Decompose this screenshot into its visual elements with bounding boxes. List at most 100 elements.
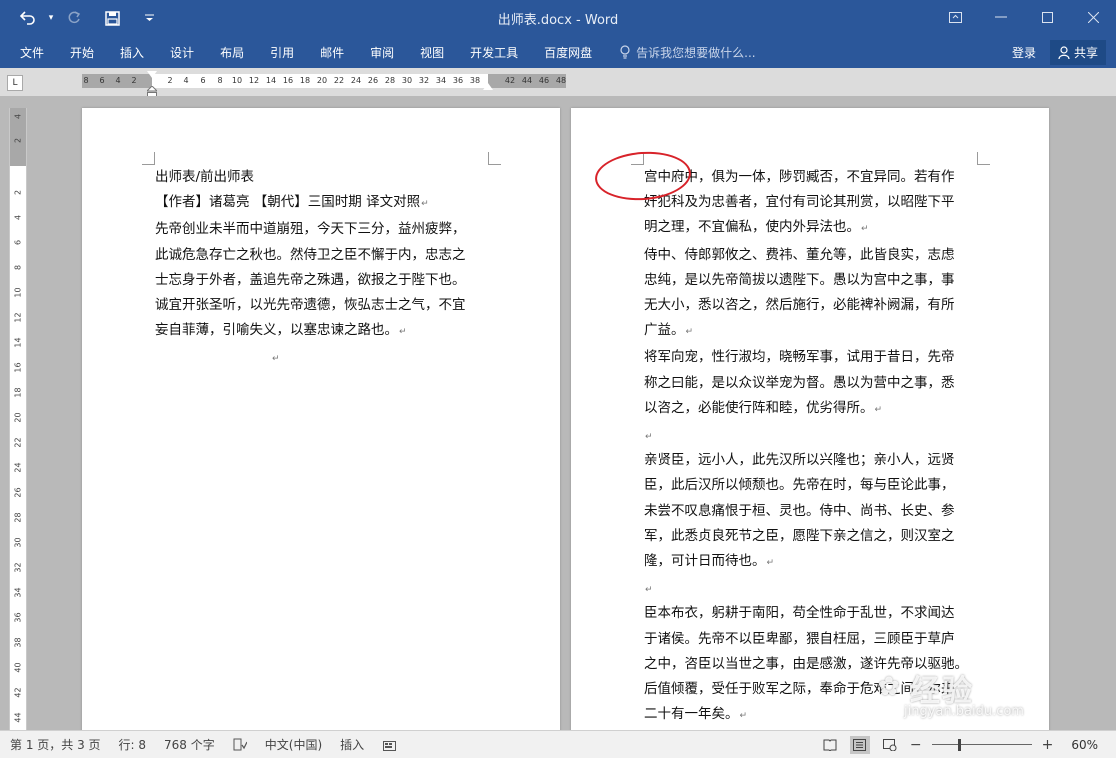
paragraph-line[interactable]: 广益。↵ [644,318,968,345]
paragraph-line[interactable]: 忠纯，是以先帝简拔以遗陛下。愚以为宫中之事，事 [644,268,968,293]
share-button[interactable]: 共享 [1049,39,1106,65]
tab-review[interactable]: 审阅 [357,44,407,61]
paragraph-line[interactable]: 【作者】诸葛亮 【朝代】三国时期 译文对照↵ [155,190,466,217]
paragraph-line[interactable]: 奸犯科及为忠善者，宜付有司论其刑赏，以昭陛下平 [644,190,968,215]
paragraph-line[interactable]: 将军向宠，性行淑均，晓畅军事，试用于昔日，先帝 [644,345,968,370]
ruler-number: 24 [350,76,362,85]
paragraph-line[interactable]: 称之曰能，是以众议举宠为督。愚以为营中之事，悉 [644,371,968,396]
paragraph-mark-icon: ↵ [861,224,869,235]
proofing-icon[interactable] [233,738,247,752]
line-text: 隆，可计日而待也。 [644,553,766,570]
page-count[interactable]: 第 1 页，共 3 页 [10,736,101,753]
tab-references[interactable]: 引用 [257,44,307,61]
tab-insert[interactable]: 插入 [107,44,157,61]
paragraph-mark-icon: ↵ [766,558,775,569]
line-text: 称之曰能，是以众议举宠为督。愚以为营中之事，悉 [644,374,955,391]
paragraph-line[interactable]: 侍中、侍郎郭攸之、费祎、董允等，此皆良实，志虑 [644,243,968,268]
paragraph-line[interactable]: ↵ [644,576,968,601]
paw-icon: ✿ [878,672,900,702]
vertical-ruler-number: 42 [13,687,23,698]
ruler-number: 12 [248,76,260,85]
paragraph-line[interactable]: ↵ [155,345,466,370]
word-count[interactable]: 768 个字 [164,736,215,753]
line-text: 于诸侯。先帝不以臣卑鄙，猥自枉屈，三顾臣于草庐 [644,630,955,647]
line-number[interactable]: 行: 8 [119,736,147,753]
restore-ribbon-icon[interactable] [932,0,978,34]
ruler-number: 8 [83,76,89,85]
paragraph-line[interactable]: 亲贤臣，远小人，此先汉所以兴隆也；亲小人，远贤 [644,448,968,473]
minimize-icon[interactable] [978,0,1024,34]
paragraph-line[interactable]: 未尝不叹息痛恨于桓、灵也。侍中、尚书、长史、参 [644,499,968,524]
ruler-number: 6 [99,76,105,85]
line-text: 亲贤臣，远小人，此先汉所以兴隆也；亲小人，远贤 [644,452,955,469]
zoom-out-button[interactable]: − [910,737,922,753]
tab-view[interactable]: 视图 [407,44,457,61]
tab-baidu-netdisk[interactable]: 百度网盘 [531,44,605,61]
print-layout-icon[interactable] [849,735,870,754]
vertical-ruler[interactable]: 4 2 2 4 6 8 10 12 14 16 18 20 22 24 26 28 30 32 34 36 38 40 42… [9,108,27,730]
paragraph-line[interactable]: 此诚危急存亡之秋也。然侍卫之臣不懈于内，忠志之 [155,243,466,268]
insert-mode[interactable]: 插入 [340,736,364,753]
vertical-ruler-number: 36 [13,612,23,623]
paragraph-line[interactable]: 先帝创业未半而中道崩殂，今天下三分，益州疲弊， [155,217,466,242]
document-workspace[interactable]: 4 2 2 4 6 8 10 12 14 16 18 20 22 24 26 28 30 32 34 36 38 40 42… [0,96,1116,748]
ruler-number: 28 [384,76,396,85]
hanging-indent-marker[interactable] [145,83,159,98]
tab-selector[interactable]: L [7,75,23,91]
tab-developer[interactable]: 开发工具 [457,44,531,61]
paragraph-line[interactable]: 以咨之，必能使行阵和睦，优劣得所。↵ [644,396,968,423]
tab-mailings[interactable]: 邮件 [307,44,357,61]
paragraph-line[interactable]: ↵ [644,423,968,448]
paragraph-line[interactable]: 妄自菲薄，引喻失义，以塞忠谏之路也。↵ [155,318,466,345]
macro-record-icon[interactable] [382,738,396,752]
line-text: 妄自菲薄，引喻失义，以塞忠谏之路也。 [155,322,398,339]
login-link[interactable]: 登录 [1012,44,1036,61]
line-text: 此诚危急存亡之秋也。然侍卫之臣不懈于内，忠志之 [155,246,466,263]
zoom-level[interactable]: 60% [1071,738,1098,752]
vertical-ruler-number: 32 [13,562,23,573]
ruler-bar: L 8 6 4 2 2 4 6 8 10 12 14 16 18 20 22 24 26 28 30 32 34 36 38… [0,68,1116,98]
line-text: 将军向宠，性行淑均，晓畅军事，试用于昔日，先帝 [644,349,955,366]
page-2[interactable]: 宫中府中，俱为一体，陟罚臧否，不宜异同。若有作 奸犯科及为忠善者，宜付有司论其刑赏… [571,108,1049,748]
first-line-indent-marker[interactable] [147,71,157,78]
paragraph-line[interactable]: 明之理，不宜偏私，使内外异法也。↵ [644,215,968,242]
tab-layout[interactable]: 布局 [207,44,257,61]
line-text: 以咨之，必能使行阵和睦，优劣得所。 [644,399,874,416]
paragraph-line[interactable]: 隆，可计日而待也。↵ [644,549,968,576]
zoom-slider[interactable] [931,738,1032,752]
vertical-ruler-number: 40 [13,662,23,673]
paragraph-line[interactable]: 军，此悉贞良死节之臣，愿陛下亲之信之，则汉室之 [644,524,968,549]
zoom-slider-thumb[interactable] [957,738,961,751]
paragraph-line[interactable]: 臣本布衣，躬耕于南阳，苟全性命于乱世，不求闻达 [644,601,968,626]
maximize-icon[interactable] [1024,0,1070,34]
paragraph-line[interactable]: 宫中府中，俱为一体，陟罚臧否，不宜异同。若有作 [644,165,968,190]
person-icon [1058,45,1070,59]
paragraph-line[interactable]: 无大小，悉以咨之，然后施行，必能裨补阙漏，有所 [644,293,968,318]
tab-home[interactable]: 开始 [57,44,107,61]
paragraph-line[interactable]: 于诸侯。先帝不以臣卑鄙，猥自枉屈，三顾臣于草庐 [644,627,968,652]
language-indicator[interactable]: 中文(中国) [265,736,322,753]
tab-file[interactable]: 文件 [0,44,57,61]
read-mode-icon[interactable] [820,736,840,754]
line-text: 未尝不叹息痛恨于桓、灵也。侍中、尚书、长史、参 [644,502,955,519]
close-icon[interactable] [1070,0,1116,34]
page-1-text[interactable]: 出师表/前出师表 【作者】诸葛亮 【朝代】三国时期 译文对照↵ 先帝创业未半而中道崩… [155,165,466,371]
paragraph-line[interactable]: 臣，此后汉所以倾颓也。先帝在时，每与臣论此事， [644,473,968,498]
tab-design[interactable]: 设计 [157,44,207,61]
ruler-number: 48 [555,76,567,85]
line-text: 【作者】诸葛亮 【朝代】三国时期 译文对照 [155,194,421,211]
zoom-in-button[interactable]: + [1042,737,1054,753]
paragraph-line[interactable]: 诚宜开张圣听，以光先帝遗德，恢弘志士之气，不宜 [155,293,466,318]
tell-me-search[interactable]: 告诉我您想要做什么... [619,44,756,61]
paragraph-mark-icon: ↵ [685,327,694,338]
page-1[interactable]: 出师表/前出师表 【作者】诸葛亮 【朝代】三国时期 译文对照↵ 先帝创业未半而中道崩… [82,108,560,748]
right-indent-marker[interactable] [483,83,493,90]
web-layout-icon[interactable] [880,736,900,754]
page-2-text[interactable]: 宫中府中，俱为一体，陟罚臧否，不宜异同。若有作 奸犯科及为忠善者，宜付有司论其刑赏… [644,165,968,729]
paragraph-line[interactable]: 士忘身于外者，盖追先帝之殊遇，欲报之于陛下也。 [155,268,466,293]
vertical-ruler-number: 2 [13,137,23,144]
title-bar: ▾ 出师表.docx - Word [0,0,1116,36]
paragraph-line[interactable]: 出师表/前出师表 [155,165,466,190]
ruler-number: 44 [521,76,533,85]
paragraph-mark-icon: ↵ [272,354,280,365]
